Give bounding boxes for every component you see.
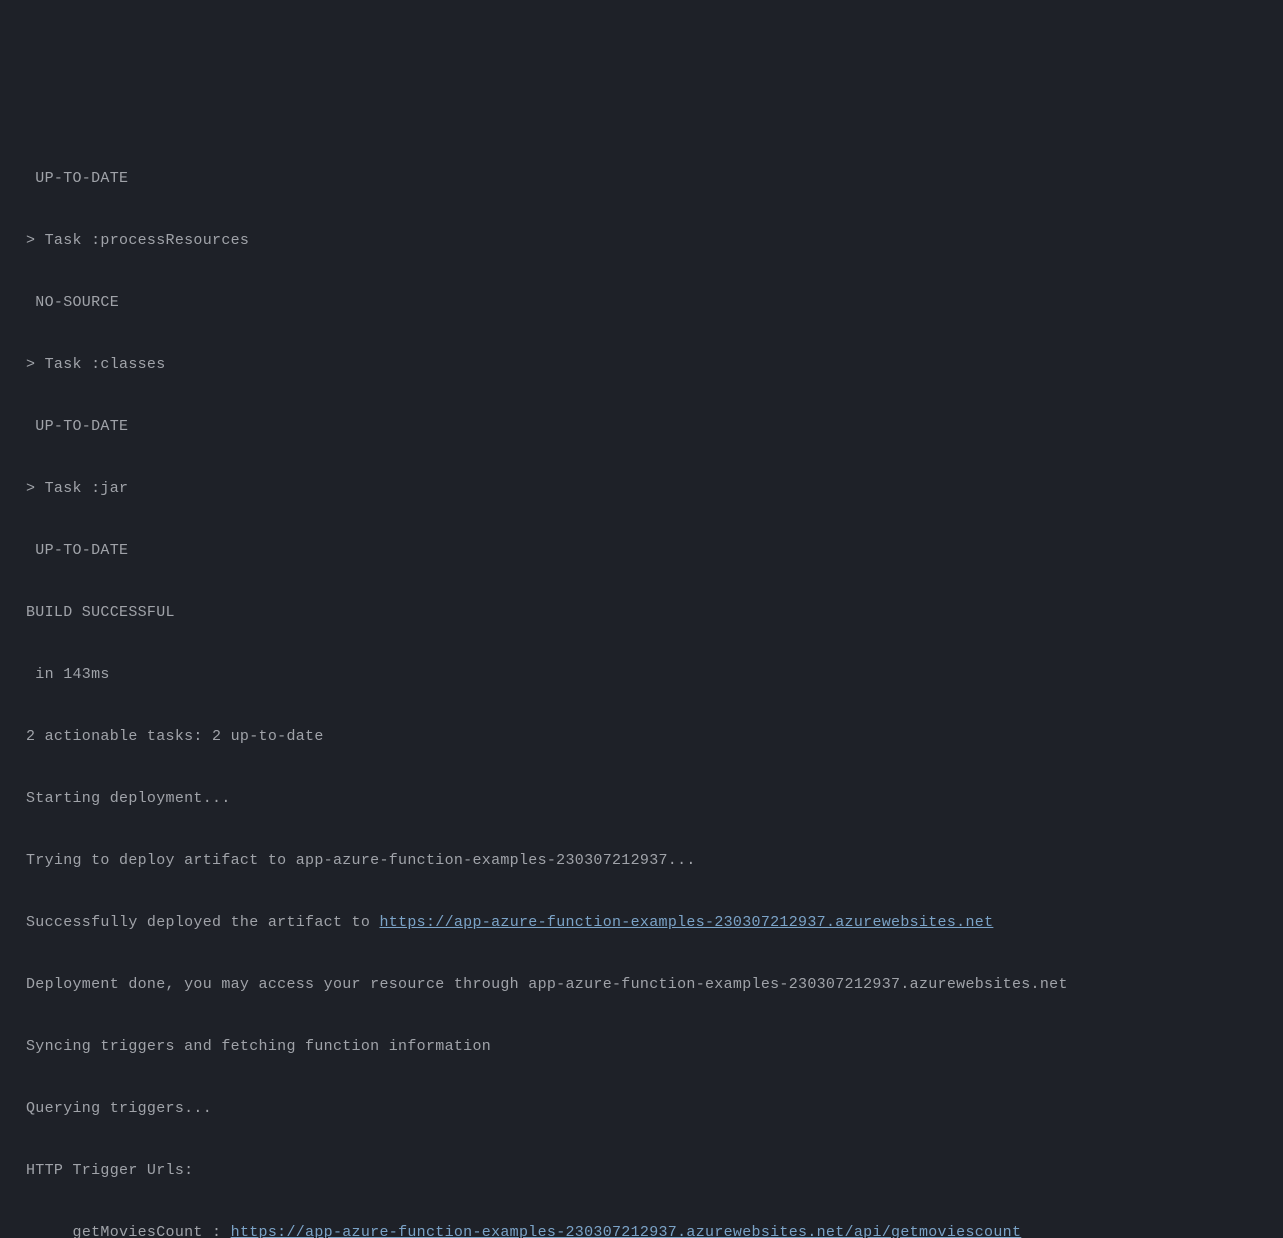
output-line: Successfully deployed the artifact to ht… <box>26 907 1283 938</box>
output-line: NO-SOURCE <box>26 287 1283 318</box>
trigger-url-link[interactable]: https://app-azure-function-examples-2303… <box>231 1224 1022 1238</box>
terminal-output[interactable]: UP-TO-DATE > Task :processResources NO-S… <box>26 132 1283 1238</box>
output-line: Trying to deploy artifact to app-azure-f… <box>26 845 1283 876</box>
output-line: Starting deployment... <box>26 783 1283 814</box>
trigger-name: getMoviesCount : <box>73 1224 231 1238</box>
output-line: Querying triggers... <box>26 1093 1283 1124</box>
output-line: in 143ms <box>26 659 1283 690</box>
output-line: 2 actionable tasks: 2 up-to-date <box>26 721 1283 752</box>
output-line: Deployment done, you may access your res… <box>26 969 1283 1000</box>
output-text: Successfully deployed the artifact to <box>26 914 379 931</box>
deployment-url-link[interactable]: https://app-azure-function-examples-2303… <box>379 914 993 931</box>
indent <box>26 1217 73 1238</box>
output-line: > Task :jar <box>26 473 1283 504</box>
output-line: > Task :classes <box>26 349 1283 380</box>
output-line: UP-TO-DATE <box>26 163 1283 194</box>
output-line: UP-TO-DATE <box>26 411 1283 442</box>
output-line: UP-TO-DATE <box>26 535 1283 566</box>
output-line: Syncing triggers and fetching function i… <box>26 1031 1283 1062</box>
output-line: > Task :processResources <box>26 225 1283 256</box>
output-line: getMoviesCount : https://app-azure-funct… <box>26 1217 1283 1238</box>
output-line: HTTP Trigger Urls: <box>26 1155 1283 1186</box>
output-line: BUILD SUCCESSFUL <box>26 597 1283 628</box>
